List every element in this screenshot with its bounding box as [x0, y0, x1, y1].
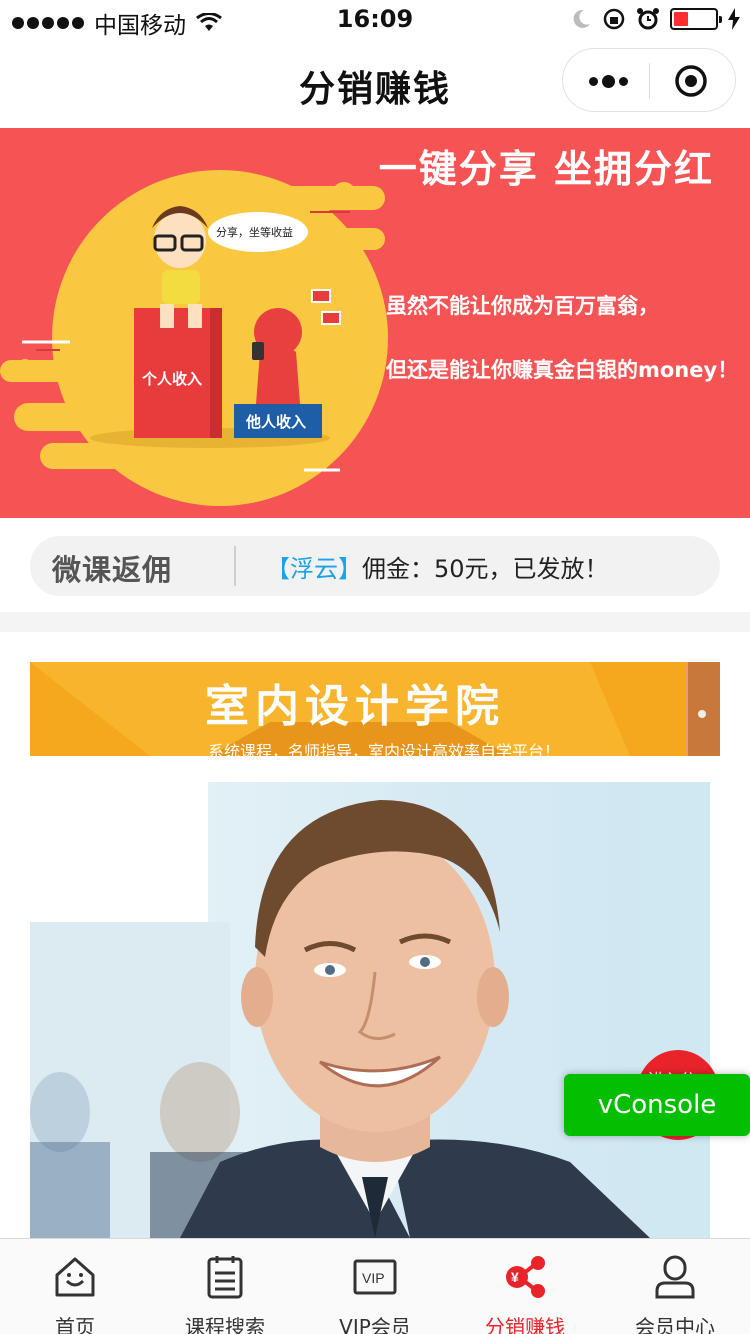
battery-icon	[670, 8, 722, 30]
tab-course-search[interactable]: 课程搜索	[150, 1239, 300, 1334]
alarm-icon	[637, 8, 659, 30]
vconsole-button[interactable]: vConsole	[564, 1074, 750, 1136]
banner-text-line1: 虽然不能让你成为百万富翁，	[386, 294, 659, 318]
charging-icon	[728, 8, 740, 30]
bubble-text: 分享，坐等收益	[216, 225, 293, 239]
course-subtitle: 系统课程，名师指导，室内设计高效率自学平台！	[208, 742, 561, 756]
battery-level	[674, 12, 688, 26]
promo-banner[interactable]: 个人收入 他人收入 分享，坐等收益 一键分享 坐拥分红 虽然不能让你成为百万富翁…	[0, 128, 750, 518]
tab-label: VIP会员	[339, 1315, 411, 1334]
tab-label: 会员中心	[635, 1315, 715, 1334]
notice-content: 佣金：50元，已发放！	[362, 555, 609, 583]
navigation-bar: 分销赚钱	[0, 40, 750, 128]
course-banner[interactable]: 室内设计学院 系统课程，名师指导，室内设计高效率自学平台！	[30, 662, 720, 756]
banner-illustration: 个人收入 他人收入 分享，坐等收益	[0, 170, 388, 506]
tab-bar: 首页 课程搜索 VIP VIP会员 ¥ 分销赚钱 会员中心	[0, 1238, 750, 1334]
status-icons	[570, 7, 740, 31]
notice-user-name: 【浮云】	[266, 555, 362, 583]
tab-label: 课程搜索	[185, 1315, 265, 1334]
section-divider	[0, 612, 750, 632]
capsule-divider	[649, 63, 650, 99]
notice-section: 微课返佣 【浮云】佣金：50元，已发放！	[0, 518, 750, 612]
mini-program-capsule	[562, 48, 736, 112]
user-icon	[655, 1255, 695, 1299]
more-icon[interactable]	[585, 63, 631, 99]
vip-icon: VIP	[353, 1259, 397, 1295]
tab-vip[interactable]: VIP VIP会员	[300, 1239, 450, 1334]
box-others-label: 他人收入	[245, 413, 306, 431]
notice-divider	[234, 546, 236, 586]
target-icon[interactable]	[673, 63, 709, 99]
status-bar: 中国移动 16:09	[0, 0, 750, 40]
banner-headline: 一键分享 坐拥分红	[378, 147, 714, 191]
svg-text:VIP: VIP	[362, 1270, 385, 1286]
moon-icon	[573, 9, 590, 28]
commission-notice[interactable]: 微课返佣 【浮云】佣金：50元，已发放！	[30, 536, 720, 596]
course-title: 室内设计学院	[205, 681, 505, 732]
banner-text-line2: 但还是能让你赚真金白银的money！	[386, 358, 739, 382]
clipboard-icon	[207, 1256, 243, 1299]
share-money-icon: ¥	[506, 1256, 545, 1298]
svg-text:¥: ¥	[511, 1269, 519, 1285]
tab-label: 分销赚钱	[485, 1315, 565, 1334]
tab-label: 首页	[55, 1315, 95, 1334]
tab-member-center[interactable]: 会员中心	[600, 1239, 750, 1334]
tab-home[interactable]: 首页	[0, 1239, 150, 1334]
home-icon	[55, 1257, 95, 1297]
notice-logo: 微课返佣	[52, 553, 173, 587]
notice-message: 【浮云】佣金：50元，已发放！	[266, 549, 609, 584]
tab-distribution[interactable]: ¥ 分销赚钱	[450, 1239, 600, 1334]
box-personal-label: 个人收入	[141, 370, 202, 388]
portrait-photo[interactable]	[30, 782, 710, 1238]
rotation-lock-icon	[603, 8, 625, 30]
door-graphic	[686, 662, 720, 756]
